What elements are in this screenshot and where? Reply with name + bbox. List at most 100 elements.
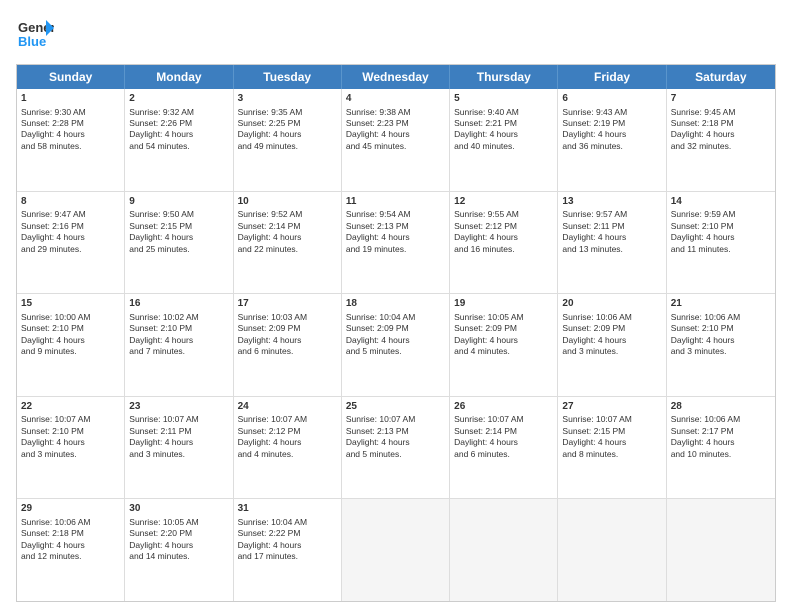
day-info-line: Daylight: 4 hours <box>346 232 410 242</box>
day-info-line: Sunrise: 10:07 AM <box>562 414 631 424</box>
day-info-line: Sunset: 2:17 PM <box>671 426 734 436</box>
day-info-line: Daylight: 4 hours <box>129 540 193 550</box>
day-info-line: Daylight: 4 hours <box>129 335 193 345</box>
day-info-line: Sunrise: 10:06 AM <box>21 517 90 527</box>
day-number: 20 <box>562 297 661 311</box>
day-number: 19 <box>454 297 553 311</box>
day-info-line: Daylight: 4 hours <box>238 540 302 550</box>
day-info-line: Sunrise: 10:06 AM <box>671 414 740 424</box>
cal-cell: 21Sunrise: 10:06 AMSunset: 2:10 PMDaylig… <box>667 294 775 396</box>
day-info-line: Sunrise: 9:38 AM <box>346 107 411 117</box>
day-number: 1 <box>21 92 120 106</box>
week-row-2: 8Sunrise: 9:47 AMSunset: 2:16 PMDaylight… <box>17 192 775 295</box>
day-info-line: Daylight: 4 hours <box>454 335 518 345</box>
day-number: 31 <box>238 502 337 516</box>
cal-cell: 12Sunrise: 9:55 AMSunset: 2:12 PMDayligh… <box>450 192 558 294</box>
day-info-line: and 11 minutes. <box>671 244 731 254</box>
day-info-line: and 6 minutes. <box>238 346 294 356</box>
cal-cell: 14Sunrise: 9:59 AMSunset: 2:10 PMDayligh… <box>667 192 775 294</box>
day-info-line: Sunset: 2:13 PM <box>346 221 409 231</box>
cal-cell: 25Sunrise: 10:07 AMSunset: 2:13 PMDaylig… <box>342 397 450 499</box>
cal-cell: 20Sunrise: 10:06 AMSunset: 2:09 PMDaylig… <box>558 294 666 396</box>
day-info-line: Sunrise: 9:47 AM <box>21 209 86 219</box>
day-number: 10 <box>238 195 337 209</box>
day-info-line: Daylight: 4 hours <box>21 540 85 550</box>
day-info-line: Sunrise: 9:35 AM <box>238 107 303 117</box>
day-info-line: and 3 minutes. <box>21 449 77 459</box>
day-number: 16 <box>129 297 228 311</box>
svg-text:Blue: Blue <box>18 34 46 49</box>
day-info-line: and 13 minutes. <box>562 244 622 254</box>
cal-cell: 10Sunrise: 9:52 AMSunset: 2:14 PMDayligh… <box>234 192 342 294</box>
day-number: 9 <box>129 195 228 209</box>
day-header-wednesday: Wednesday <box>342 65 450 89</box>
day-info-line: Sunrise: 9:43 AM <box>562 107 627 117</box>
cal-cell: 30Sunrise: 10:05 AMSunset: 2:20 PMDaylig… <box>125 499 233 601</box>
day-header-thursday: Thursday <box>450 65 558 89</box>
day-info-line: Sunrise: 10:04 AM <box>238 517 307 527</box>
day-number: 26 <box>454 400 553 414</box>
day-info-line: and 3 minutes. <box>671 346 727 356</box>
day-info-line: Sunrise: 10:04 AM <box>346 312 415 322</box>
day-info-line: Daylight: 4 hours <box>671 437 735 447</box>
cal-cell: 8Sunrise: 9:47 AMSunset: 2:16 PMDaylight… <box>17 192 125 294</box>
day-info-line: and 29 minutes. <box>21 244 81 254</box>
cal-cell: 27Sunrise: 10:07 AMSunset: 2:15 PMDaylig… <box>558 397 666 499</box>
day-info-line: Daylight: 4 hours <box>21 129 85 139</box>
day-number: 27 <box>562 400 661 414</box>
cal-cell: 2Sunrise: 9:32 AMSunset: 2:26 PMDaylight… <box>125 89 233 191</box>
day-info-line: Daylight: 4 hours <box>562 335 626 345</box>
day-number: 2 <box>129 92 228 106</box>
day-number: 7 <box>671 92 771 106</box>
day-info-line: Sunrise: 10:07 AM <box>346 414 415 424</box>
cal-cell: 11Sunrise: 9:54 AMSunset: 2:13 PMDayligh… <box>342 192 450 294</box>
day-info-line: Sunset: 2:10 PM <box>21 323 84 333</box>
calendar-header: SundayMondayTuesdayWednesdayThursdayFrid… <box>17 65 775 89</box>
cal-cell: 9Sunrise: 9:50 AMSunset: 2:15 PMDaylight… <box>125 192 233 294</box>
day-info-line: Sunrise: 9:59 AM <box>671 209 736 219</box>
day-info-line: Sunset: 2:12 PM <box>454 221 517 231</box>
day-info-line: Sunrise: 9:54 AM <box>346 209 411 219</box>
day-info-line: and 17 minutes. <box>238 551 298 561</box>
cal-cell <box>667 499 775 601</box>
header: General Blue <box>16 14 776 56</box>
day-info-line: Sunrise: 10:07 AM <box>454 414 523 424</box>
day-info-line: and 22 minutes. <box>238 244 298 254</box>
day-info-line: Sunset: 2:15 PM <box>129 221 192 231</box>
day-info-line: Sunset: 2:10 PM <box>671 221 734 231</box>
day-info-line: Sunrise: 10:05 AM <box>454 312 523 322</box>
day-info-line: and 3 minutes. <box>562 346 618 356</box>
day-info-line: Sunrise: 10:03 AM <box>238 312 307 322</box>
day-number: 17 <box>238 297 337 311</box>
day-info-line: Daylight: 4 hours <box>562 129 626 139</box>
day-header-saturday: Saturday <box>667 65 775 89</box>
cal-cell: 16Sunrise: 10:02 AMSunset: 2:10 PMDaylig… <box>125 294 233 396</box>
day-info-line: Sunset: 2:28 PM <box>21 118 84 128</box>
cal-cell: 7Sunrise: 9:45 AMSunset: 2:18 PMDaylight… <box>667 89 775 191</box>
day-info-line: and 4 minutes. <box>238 449 294 459</box>
cal-cell <box>558 499 666 601</box>
calendar: SundayMondayTuesdayWednesdayThursdayFrid… <box>16 64 776 602</box>
day-info-line: Sunset: 2:14 PM <box>238 221 301 231</box>
day-info-line: Daylight: 4 hours <box>129 232 193 242</box>
day-info-line: Sunset: 2:18 PM <box>21 528 84 538</box>
day-info-line: Daylight: 4 hours <box>454 232 518 242</box>
day-info-line: Sunset: 2:09 PM <box>346 323 409 333</box>
day-info-line: and 9 minutes. <box>21 346 77 356</box>
day-info-line: Sunset: 2:11 PM <box>562 221 624 231</box>
day-info-line: Sunset: 2:21 PM <box>454 118 517 128</box>
day-info-line: and 36 minutes. <box>562 141 622 151</box>
day-info-line: Sunrise: 10:07 AM <box>21 414 90 424</box>
day-info-line: Sunrise: 9:57 AM <box>562 209 627 219</box>
day-info-line: Daylight: 4 hours <box>671 335 735 345</box>
day-info-line: and 12 minutes. <box>21 551 81 561</box>
day-number: 22 <box>21 400 120 414</box>
day-info-line: Sunrise: 10:06 AM <box>671 312 740 322</box>
day-info-line: Sunset: 2:22 PM <box>238 528 301 538</box>
day-info-line: Daylight: 4 hours <box>562 437 626 447</box>
cal-cell <box>450 499 558 601</box>
cal-cell: 13Sunrise: 9:57 AMSunset: 2:11 PMDayligh… <box>558 192 666 294</box>
day-info-line: Sunrise: 9:40 AM <box>454 107 519 117</box>
cal-cell: 15Sunrise: 10:00 AMSunset: 2:10 PMDaylig… <box>17 294 125 396</box>
day-info-line: Sunrise: 9:55 AM <box>454 209 519 219</box>
